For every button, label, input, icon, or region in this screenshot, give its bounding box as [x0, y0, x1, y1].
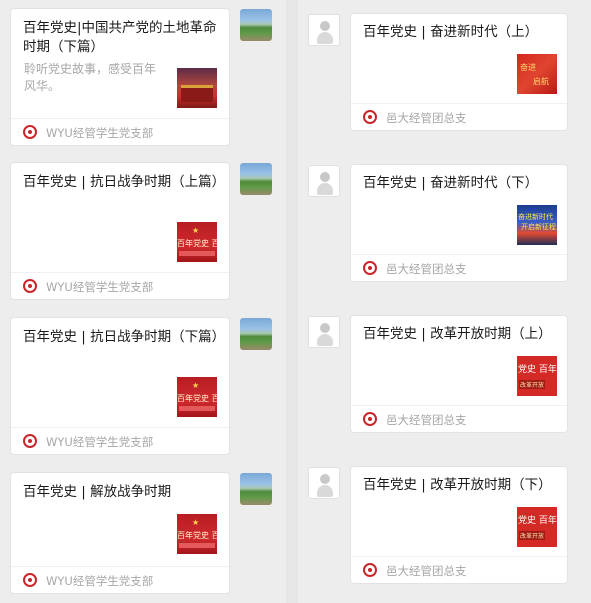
article-title[interactable]: 百年党史 | 解放战争时期: [23, 483, 219, 502]
source-name: 邑大经管团总支: [386, 111, 467, 125]
column-divider: [286, 0, 298, 603]
article-title[interactable]: 百年党史 | 改革开放时期（上）: [363, 325, 557, 344]
article-footer: WYU经管学生党支部: [11, 427, 229, 454]
article-card[interactable]: 百年党史 | 改革开放时期（下） 党史 百年 改革开放 邑大经管团总支: [351, 467, 567, 583]
article-card[interactable]: 百年党史 | 奋进新时代（下） 奋进新时代 开启新征程 邑大经管团总支: [351, 165, 567, 281]
party-history-poster-image: ★ 百年党史 百年: [177, 222, 217, 262]
party-emblem-icon: [23, 279, 37, 293]
party-history-poster-image: ★ 百年党史 百年: [177, 514, 217, 554]
source-name: 邑大经管团总支: [386, 564, 467, 578]
source-name: WYU经管学生党支部: [46, 126, 154, 140]
source-name: WYU经管学生党支部: [46, 574, 154, 588]
article-title[interactable]: 百年党史 | 改革开放时期（下）: [363, 476, 557, 495]
reform-opening-poster-image: 党史 百年 改革开放: [517, 507, 557, 547]
article-card[interactable]: 百年党史 | 抗日战争时期（上篇） ★ 百年党史 百年 WYU经管学生党支部: [11, 163, 229, 299]
article-title[interactable]: 百年党史 | 奋进新时代（下）: [363, 174, 557, 193]
party-emblem-icon: [23, 573, 37, 587]
right-chat-column: 百年党史 | 奋进新时代（上） 奋进 启航 邑大经管团总支 百年党史 | 奋进新时…: [298, 0, 591, 603]
article-footer: 邑大经管团总支: [351, 103, 567, 130]
league-emblem-icon: [363, 563, 377, 577]
sender-avatar[interactable]: [308, 14, 340, 46]
article-footer: 邑大经管团总支: [351, 405, 567, 432]
source-name: WYU经管学生党支部: [46, 435, 154, 449]
sender-avatar[interactable]: [240, 473, 272, 505]
left-chat-column: 百年党史|中国共产党的土地革命时期（下篇） 聆听党史故事，感受百年风华。 WYU…: [0, 0, 286, 603]
party-emblem-icon: [23, 434, 37, 448]
sender-avatar[interactable]: [240, 9, 272, 41]
source-name: 邑大经管团总支: [386, 413, 467, 427]
article-footer: 邑大经管团总支: [351, 556, 567, 583]
new-era-banner-image: 奋进新时代 开启新征程: [517, 205, 557, 245]
sender-avatar[interactable]: [308, 467, 340, 499]
article-card[interactable]: 百年党史 | 改革开放时期（上） 党史 百年 改革开放 邑大经管团总支: [351, 316, 567, 432]
article-footer: WYU经管学生党支部: [11, 566, 229, 593]
source-name: 邑大经管团总支: [386, 262, 467, 276]
article-card[interactable]: 百年党史|中国共产党的土地革命时期（下篇） 聆听党史故事，感受百年风华。 WYU…: [11, 9, 229, 145]
article-card[interactable]: 百年党史 | 奋进新时代（上） 奋进 启航 邑大经管团总支: [351, 14, 567, 130]
league-emblem-icon: [363, 412, 377, 426]
league-emblem-icon: [363, 261, 377, 275]
article-digest: 聆听党史故事，感受百年风华。: [24, 62, 157, 93]
tiananmen-image: [177, 68, 217, 108]
reform-opening-poster-image: 党史 百年 改革开放: [517, 356, 557, 396]
sender-avatar[interactable]: [240, 318, 272, 350]
article-title[interactable]: 百年党史|中国共产党的土地革命时期（下篇）: [23, 19, 219, 57]
article-card[interactable]: 百年党史 | 解放战争时期 ★ 百年党史 百年 WYU经管学生党支部: [11, 473, 229, 593]
source-name: WYU经管学生党支部: [46, 280, 154, 294]
party-history-poster-image: ★ 百年党史 百年: [177, 377, 217, 417]
sender-avatar[interactable]: [308, 165, 340, 197]
article-card[interactable]: 百年党史 | 抗日战争时期（下篇） ★ 百年党史 百年 WYU经管学生党支部: [11, 318, 229, 454]
sender-avatar[interactable]: [308, 316, 340, 348]
new-era-poster-image: 奋进 启航: [517, 54, 557, 94]
article-title[interactable]: 百年党史 | 抗日战争时期（上篇）: [23, 173, 225, 192]
article-title[interactable]: 百年党史 | 奋进新时代（上）: [363, 23, 557, 42]
article-title[interactable]: 百年党史 | 抗日战争时期（下篇）: [23, 328, 225, 347]
article-footer: WYU经管学生党支部: [11, 272, 229, 299]
sender-avatar[interactable]: [240, 163, 272, 195]
party-emblem-icon: [23, 125, 37, 139]
league-emblem-icon: [363, 110, 377, 124]
article-footer: 邑大经管团总支: [351, 254, 567, 281]
article-footer: WYU经管学生党支部: [11, 118, 229, 145]
